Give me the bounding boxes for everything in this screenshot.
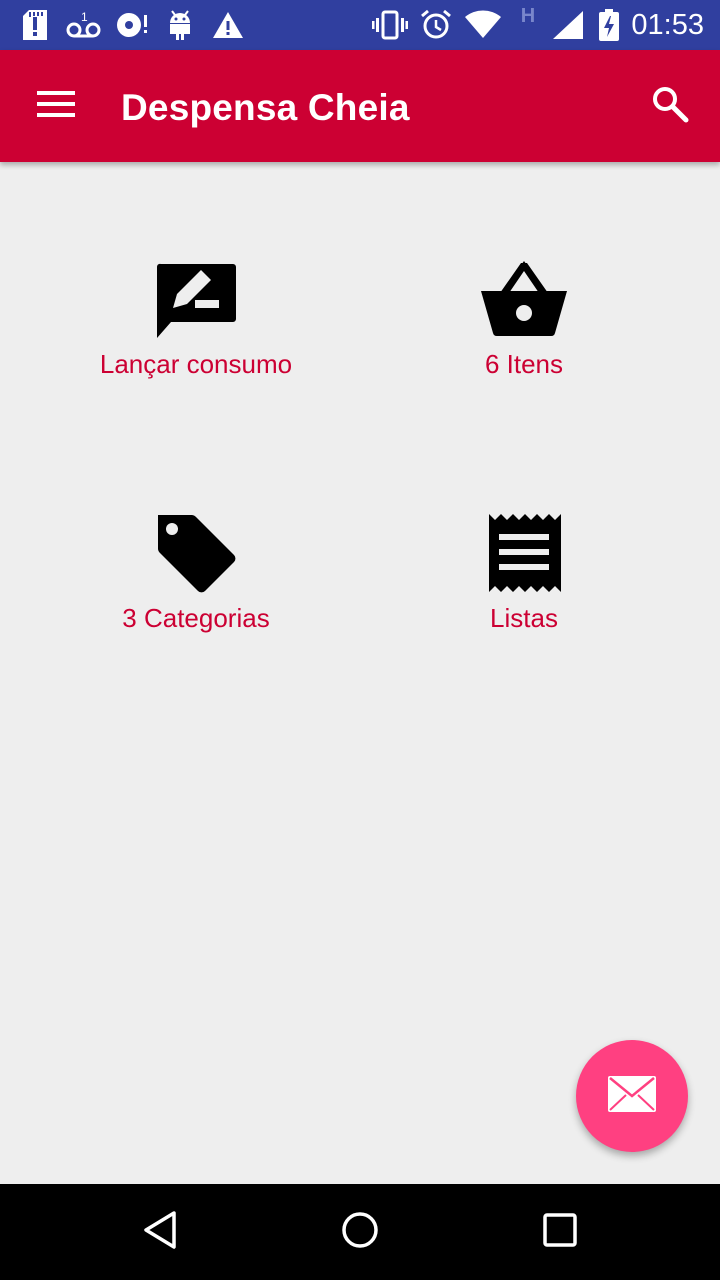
menu-button[interactable] xyxy=(24,78,88,134)
status-time: 01:53 xyxy=(631,9,704,41)
tile-listas[interactable]: Listas xyxy=(364,510,684,670)
recents-button[interactable] xyxy=(520,1202,600,1262)
status-bar: 1 H 01:53 xyxy=(0,0,720,50)
tile-itens[interactable]: 6 Itens xyxy=(364,256,684,416)
label-tag-icon xyxy=(154,511,238,600)
home-icon xyxy=(340,1210,380,1255)
signal-icon xyxy=(552,8,584,42)
tile-lancar-consumo[interactable]: Lançar consumo xyxy=(36,256,356,416)
shopping-basket-icon xyxy=(479,259,569,344)
tile-label: 3 Categorias xyxy=(122,603,270,633)
email-icon xyxy=(607,1075,657,1118)
page-title: Despensa Cheia xyxy=(121,87,410,128)
receipt-icon xyxy=(487,512,561,599)
network-type-label: H xyxy=(520,4,536,27)
tile-categorias[interactable]: 3 Categorias xyxy=(36,510,356,670)
tile-label: 6 Itens xyxy=(484,349,564,379)
screen: 1 H 01:53 Despensa Cheia Lançar consumo … xyxy=(0,0,720,1280)
disc-alert-icon xyxy=(116,8,150,42)
alarm-icon xyxy=(420,8,452,42)
sd-card-alert-icon xyxy=(22,8,48,42)
android-icon xyxy=(166,8,194,42)
rate-review-icon xyxy=(155,258,237,345)
voicemail-icon: 1 xyxy=(66,8,102,42)
home-button[interactable] xyxy=(320,1202,400,1262)
wifi-icon xyxy=(464,8,502,42)
navigation-bar xyxy=(0,1184,720,1280)
recents-icon xyxy=(542,1212,578,1253)
vibrate-icon xyxy=(372,8,408,42)
menu-icon xyxy=(37,89,75,124)
back-icon xyxy=(142,1210,178,1255)
tile-label: Listas xyxy=(490,603,558,633)
warning-icon xyxy=(212,8,244,42)
battery-charging-icon xyxy=(598,8,620,42)
email-fab[interactable] xyxy=(576,1040,688,1152)
search-icon xyxy=(651,85,689,128)
search-button[interactable] xyxy=(640,76,700,136)
tile-label: Lançar consumo xyxy=(99,349,293,379)
app-bar: Despensa Cheia xyxy=(0,50,720,162)
back-button[interactable] xyxy=(120,1202,200,1262)
svg-text:1: 1 xyxy=(81,10,88,24)
